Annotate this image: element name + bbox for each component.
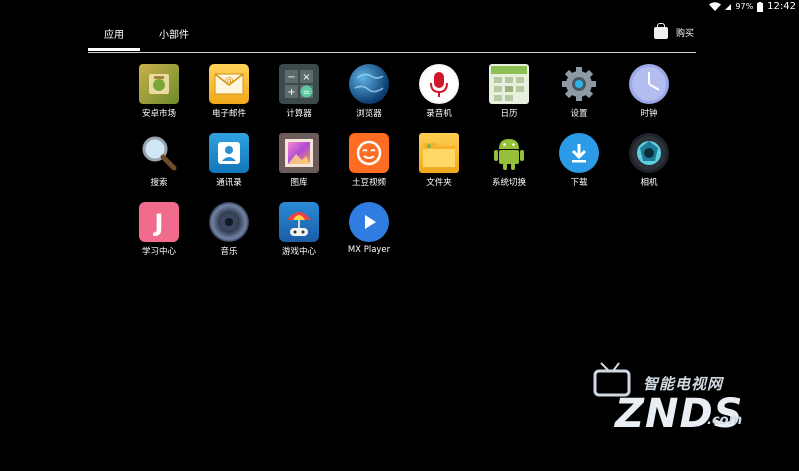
svg-text:@: @ — [225, 76, 234, 86]
microphone-icon — [419, 64, 459, 104]
drawer-tabs: 应用 小部件 购买 — [88, 22, 696, 53]
app-browser[interactable]: 浏览器 — [334, 64, 404, 122]
clock-time: 12:42 — [767, 1, 796, 12]
app-recorder[interactable]: 录音机 — [404, 64, 474, 122]
app-label: 学习中心 — [141, 247, 176, 257]
calculator-icon: − × + = — [279, 64, 319, 104]
camera-icon — [629, 133, 669, 173]
android-icon — [489, 133, 529, 173]
app-label: 文件夹 — [426, 178, 452, 188]
app-label: 电子邮件 — [211, 109, 246, 119]
clock-icon — [629, 64, 669, 104]
battery-percent: 97% — [735, 2, 754, 11]
app-folder[interactable]: 文件夹 — [404, 133, 474, 191]
app-mx-player[interactable]: MX Player — [334, 202, 404, 260]
buy-label: 购买 — [675, 29, 694, 39]
folder-icon — [419, 133, 459, 173]
calendar-icon — [489, 64, 529, 104]
music-icon — [209, 202, 249, 242]
app-label: 安卓市场 — [141, 109, 176, 119]
app-label: 相机 — [640, 178, 658, 188]
download-icon — [559, 133, 599, 173]
svg-text:=: = — [303, 88, 311, 98]
app-calculator[interactable]: − × + = 计算器 — [264, 64, 334, 122]
app-gallery[interactable]: 图库 — [264, 133, 334, 191]
app-learning-center[interactable]: J 学习中心 — [124, 202, 194, 260]
svg-text:−: − — [287, 72, 295, 83]
buy-button[interactable]: 购买 — [653, 22, 694, 39]
signal-icon — [725, 3, 732, 10]
browser-icon — [349, 64, 389, 104]
app-label: 日历 — [500, 109, 518, 119]
app-game-center[interactable]: 游戏中心 — [264, 202, 334, 260]
play-icon — [349, 202, 389, 242]
app-label: MX Player — [347, 245, 391, 255]
tab-apps[interactable]: 应用 — [88, 28, 140, 51]
app-grid: 安卓市场 @ 电子邮件 − × + = 计算器 浏览器 录音机 日历 设置 时钟… — [124, 64, 684, 260]
app-label: 浏览器 — [356, 109, 382, 119]
app-camera[interactable]: 相机 — [614, 133, 684, 191]
app-music[interactable]: 音乐 — [194, 202, 264, 260]
app-label: 图库 — [290, 178, 308, 188]
tudou-icon — [349, 133, 389, 173]
app-label: 下载 — [570, 178, 588, 188]
app-clock[interactable]: 时钟 — [614, 64, 684, 122]
wifi-icon — [709, 2, 722, 11]
app-download[interactable]: 下载 — [544, 133, 614, 191]
app-label: 游戏中心 — [281, 247, 316, 257]
app-email[interactable]: @ 电子邮件 — [194, 64, 264, 122]
svg-text:×: × — [302, 72, 310, 83]
app-calendar[interactable]: 日历 — [474, 64, 544, 122]
app-settings[interactable]: 设置 — [544, 64, 614, 122]
app-contacts[interactable]: 通讯录 — [194, 133, 264, 191]
battery-icon — [757, 1, 764, 12]
game-icon — [279, 202, 319, 242]
app-label: 时钟 — [640, 109, 658, 119]
shopping-bag-icon — [653, 22, 668, 39]
app-label: 通讯录 — [216, 178, 242, 188]
watermark-domain-suffix: .com — [707, 413, 743, 428]
app-label: 土豆视频 — [351, 178, 386, 188]
search-icon — [139, 133, 179, 173]
app-label: 录音机 — [426, 109, 452, 119]
svg-text:J: J — [153, 209, 164, 237]
email-icon: @ — [209, 64, 249, 104]
status-indicators: 97% 12:42 — [709, 1, 796, 12]
settings-icon — [559, 64, 599, 104]
app-market[interactable]: 安卓市场 — [124, 64, 194, 122]
gallery-icon — [279, 133, 319, 173]
app-system-switch[interactable]: 系统切换 — [474, 133, 544, 191]
app-label: 搜索 — [150, 178, 168, 188]
market-icon — [139, 64, 179, 104]
contacts-icon — [209, 133, 249, 173]
svg-text:+: + — [287, 87, 295, 98]
znds-watermark: 智能电视网 ZNDS .com — [591, 361, 751, 441]
status-bar: 97% 12:42 — [0, 0, 799, 16]
app-label: 计算器 — [286, 109, 312, 119]
app-tudou[interactable]: 土豆视频 — [334, 133, 404, 191]
learning-icon: J — [139, 202, 179, 242]
app-label: 系统切换 — [491, 178, 526, 188]
tab-widgets[interactable]: 小部件 — [154, 28, 194, 48]
app-search[interactable]: 搜索 — [124, 133, 194, 191]
app-label: 设置 — [570, 109, 588, 119]
app-label: 音乐 — [220, 247, 238, 257]
